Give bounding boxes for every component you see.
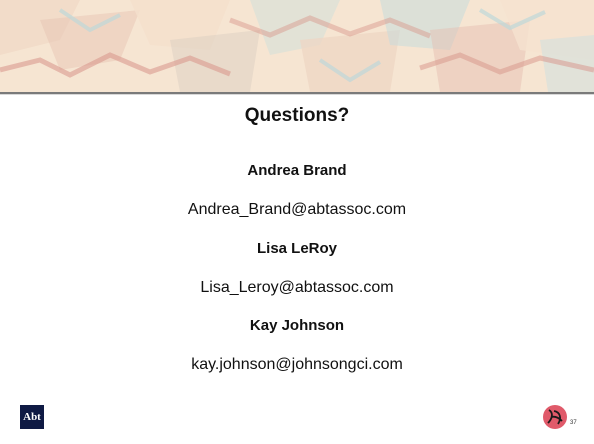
contact-email: Andrea_Brand@abtassoc.com [187,201,407,218]
decorative-banner [0,0,594,92]
contact-email: kay.johnson@johnsongci.com [191,356,403,373]
slide-title: Questions? [244,105,350,126]
banner-pattern [0,0,594,92]
contact-name: Lisa LeRoy [256,240,338,257]
contact-name: Andrea Brand [247,162,347,179]
contact-name: Kay Johnson [249,317,345,334]
slide-content: Questions? Andrea Brand Andrea_Brand@abt… [0,95,594,395]
contact-email: Lisa_Leroy@abtassoc.com [200,279,394,296]
seal-logo-icon [543,405,567,429]
page-number: 37 [570,420,577,426]
abt-logo: Abt [20,405,44,429]
